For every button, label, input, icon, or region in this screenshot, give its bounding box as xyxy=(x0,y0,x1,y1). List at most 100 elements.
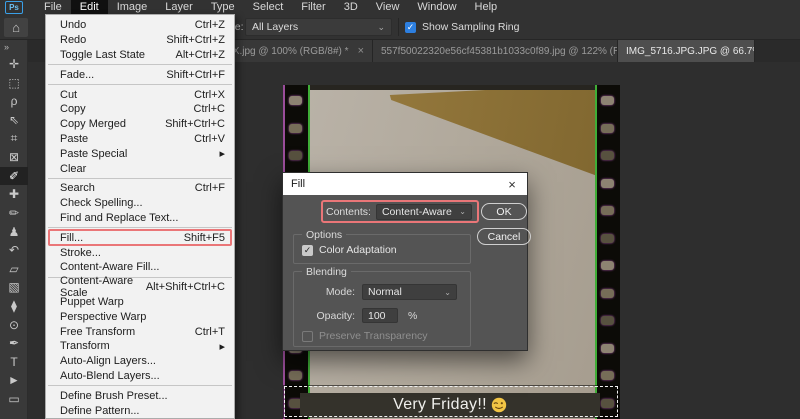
menu-edit[interactable]: Edit xyxy=(71,0,108,15)
marquee-tool-icon[interactable]: ⬚ xyxy=(0,74,28,93)
contents-highlight-box: Contents: Content-Aware ⌄ xyxy=(321,200,479,223)
close-tab-icon[interactable]: × xyxy=(358,45,364,57)
healing-brush-tool-icon[interactable]: ✚ xyxy=(0,185,28,204)
menu-filter[interactable]: Filter xyxy=(292,0,334,15)
menu-item-clear[interactable]: Clear xyxy=(46,161,234,176)
brush-tool-icon[interactable]: ✏ xyxy=(0,204,28,223)
contents-dropdown[interactable]: Content-Aware ⌄ xyxy=(376,204,472,220)
menu-item-check-spelling[interactable]: Check Spelling... xyxy=(46,196,234,211)
blur-tool-icon[interactable]: ⧫ xyxy=(0,297,28,316)
color-adaptation-row: ✓ Color Adaptation xyxy=(302,244,397,256)
menu-item-fade[interactable]: Fade...Shift+Ctrl+F xyxy=(46,67,234,82)
menu-window[interactable]: Window xyxy=(408,0,465,15)
menu-view[interactable]: View xyxy=(367,0,409,15)
menu-item-puppet-warp[interactable]: Puppet Warp xyxy=(46,295,234,310)
menu-item-transform[interactable]: Transform▸ xyxy=(46,339,234,354)
menu-separator xyxy=(48,227,232,228)
menu-item-stroke[interactable]: Stroke... xyxy=(46,245,234,260)
menu-image[interactable]: Image xyxy=(108,0,157,15)
menu-item-perspective-warp[interactable]: Perspective Warp xyxy=(46,309,234,324)
crop-tool-icon[interactable]: ⌗ xyxy=(0,129,28,148)
menu-file[interactable]: File xyxy=(35,0,71,15)
menu-type[interactable]: Type xyxy=(202,0,244,15)
sample-dropdown[interactable]: All Layers ⌄ xyxy=(245,18,392,36)
menu-separator xyxy=(48,64,232,65)
eyedropper-tool-icon[interactable]: ✐ xyxy=(0,167,28,186)
object-selection-tool-icon[interactable]: ⇖ xyxy=(0,111,28,130)
mode-dropdown[interactable]: Normal ⌄ xyxy=(362,284,457,300)
menu-separator xyxy=(48,178,232,179)
preserve-transparency-checkbox xyxy=(302,331,313,342)
menu-item-auto-align-layers[interactable]: Auto-Align Layers... xyxy=(46,354,234,369)
fill-dialog-title: Fill xyxy=(283,178,305,190)
tab-label: 557f50022320e56cf45381b1033c0f89.jpg @ 1… xyxy=(381,46,618,57)
submenu-arrow-icon: ▸ xyxy=(219,147,225,160)
close-dialog-icon[interactable]: × xyxy=(497,177,527,192)
menu-select[interactable]: Select xyxy=(244,0,293,15)
type-tool-icon[interactable]: T xyxy=(0,353,28,372)
menu-item-fill[interactable]: Fill...Shift+F5 xyxy=(46,230,234,245)
history-brush-tool-icon[interactable]: ↶ xyxy=(0,241,28,260)
contents-label: Contents: xyxy=(326,206,371,218)
tab-label: IMG_5716.JPG.JPG @ 66.7% (RGB/8) xyxy=(626,46,755,57)
menu-item-content-aware-fill[interactable]: Content-Aware Fill... xyxy=(46,260,234,275)
collapse-panel-icon[interactable]: » xyxy=(0,40,27,55)
show-sampling-ring-checkbox[interactable]: ✓ xyxy=(405,22,416,33)
menu-item-find-replace-text[interactable]: Find and Replace Text... xyxy=(46,211,234,226)
fill-dialog-titlebar[interactable]: Fill × xyxy=(283,173,527,195)
chevron-down-icon: ⌄ xyxy=(444,288,451,297)
menu-item-paste[interactable]: PasteCtrl+V xyxy=(46,132,234,147)
options-group-label: Options xyxy=(302,229,346,241)
blending-group: Blending Mode: Normal ⌄ Opacity: 100 % P… xyxy=(293,271,471,347)
menu-item-free-transform[interactable]: Free TransformCtrl+T xyxy=(46,324,234,339)
mode-label: Mode: xyxy=(294,286,362,298)
document-tab-3-active[interactable]: IMG_5716.JPG.JPG @ 66.7% (RGB/8) × xyxy=(618,40,755,62)
menu-item-cut[interactable]: CutCtrl+X xyxy=(46,87,234,102)
rectangle-tool-icon[interactable]: ▭ xyxy=(0,390,28,409)
eraser-tool-icon[interactable]: ▱ xyxy=(0,260,28,279)
menu-separator xyxy=(48,84,232,85)
dodge-tool-icon[interactable]: ⊙ xyxy=(0,315,28,334)
options-group: Options ✓ Color Adaptation xyxy=(293,234,471,264)
clone-stamp-tool-icon[interactable]: ♟ xyxy=(0,222,28,241)
menu-item-undo[interactable]: UndoCtrl+Z xyxy=(46,18,234,33)
menu-item-content-aware-scale[interactable]: Content-Aware ScaleAlt+Shift+Ctrl+C xyxy=(46,280,234,295)
blending-group-label: Blending xyxy=(302,266,351,278)
menu-item-toggle-last-state[interactable]: Toggle Last StateAlt+Ctrl+Z xyxy=(46,48,234,63)
menu-item-search[interactable]: SearchCtrl+F xyxy=(46,181,234,196)
sample-value: All Layers xyxy=(252,21,298,33)
pen-tool-icon[interactable]: ✒ xyxy=(0,334,28,353)
frame-tool-icon[interactable]: ⊠ xyxy=(0,148,28,167)
menu-bar: Ps File Edit Image Layer Type Select Fil… xyxy=(0,0,800,15)
menu-item-define-pattern[interactable]: Define Pattern... xyxy=(46,403,234,418)
preserve-transparency-row: Preserve Transparency xyxy=(302,330,428,342)
menu-layer[interactable]: Layer xyxy=(156,0,202,15)
edit-dropdown-menu: UndoCtrl+Z RedoShift+Ctrl+Z Toggle Last … xyxy=(45,14,235,419)
chevron-down-icon: ⌄ xyxy=(459,207,466,216)
menu-item-define-brush-preset[interactable]: Define Brush Preset... xyxy=(46,388,234,403)
fill-dialog-body: Contents: Content-Aware ⌄ OK Cancel Opti… xyxy=(283,195,527,352)
menu-item-auto-blend-layers[interactable]: Auto-Blend Layers... xyxy=(46,369,234,384)
gradient-tool-icon[interactable]: ▧ xyxy=(0,278,28,297)
opacity-unit: % xyxy=(408,310,417,322)
show-sampling-ring-label: Show Sampling Ring xyxy=(422,21,519,33)
menu-help[interactable]: Help xyxy=(466,0,507,15)
menu-item-copy[interactable]: CopyCtrl+C xyxy=(46,102,234,117)
cancel-button[interactable]: Cancel xyxy=(477,228,531,245)
preserve-transparency-label: Preserve Transparency xyxy=(319,330,428,342)
color-adaptation-label: Color Adaptation xyxy=(319,244,397,256)
home-icon[interactable]: ⌂ xyxy=(4,18,28,37)
opacity-input[interactable]: 100 xyxy=(362,308,398,323)
move-tool-icon[interactable]: ✛ xyxy=(0,55,28,74)
photoshop-logo-icon: Ps xyxy=(5,1,23,14)
document-tab-2[interactable]: 557f50022320e56cf45381b1033c0f89.jpg @ 1… xyxy=(373,40,618,62)
menu-separator xyxy=(48,385,232,386)
ok-button[interactable]: OK xyxy=(481,203,527,220)
path-selection-tool-icon[interactable]: ► xyxy=(0,371,28,390)
lasso-tool-icon[interactable]: ρ xyxy=(0,92,28,111)
menu-item-copy-merged[interactable]: Copy MergedShift+Ctrl+C xyxy=(46,117,234,132)
menu-3d[interactable]: 3D xyxy=(335,0,367,15)
menu-item-paste-special[interactable]: Paste Special▸ xyxy=(46,146,234,161)
color-adaptation-checkbox[interactable]: ✓ xyxy=(302,245,313,256)
menu-item-redo[interactable]: RedoShift+Ctrl+Z xyxy=(46,33,234,48)
